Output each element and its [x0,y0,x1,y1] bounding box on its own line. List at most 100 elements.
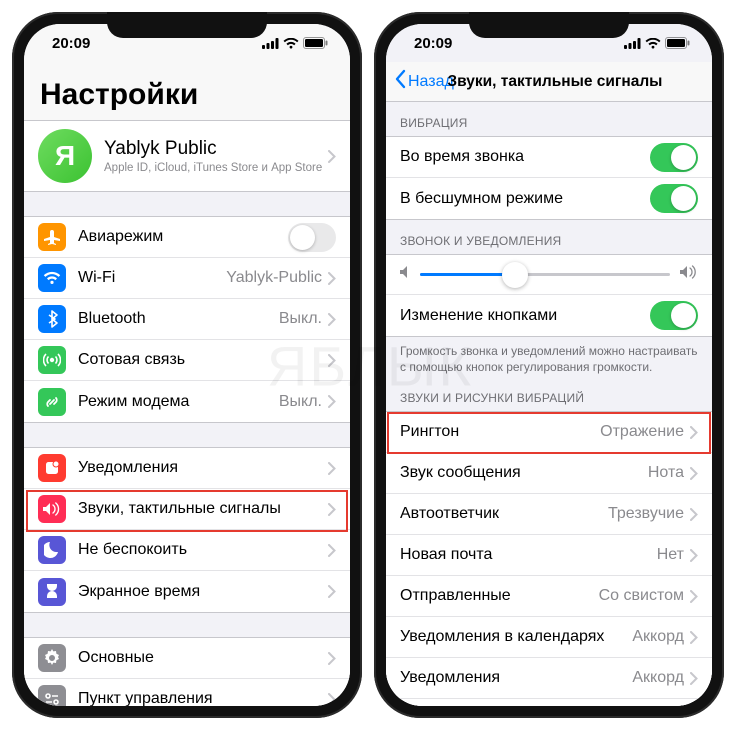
change-with-buttons-row[interactable]: Изменение кнопками [386,295,712,336]
row-label: Уведомления в календарях [400,628,632,646]
chevron-right-icon [690,426,698,439]
row-value: Выкл. [279,393,322,411]
row-label: Новая почта [400,546,657,564]
settings-row[interactable]: Сотовая связь [24,340,350,381]
hourglass-icon [38,578,66,606]
wifi-status-icon [283,38,299,49]
avatar: Я [38,129,92,183]
sound-row[interactable]: УведомленияАккорд [386,658,712,699]
row-label: Автоответчик [400,505,608,523]
status-time: 20:09 [52,35,90,52]
chevron-right-icon [328,652,336,665]
apple-id-subtitle: Apple ID, iCloud, iTunes Store и App Sto… [104,162,328,174]
volume-slider-row [386,255,712,295]
toggle[interactable] [650,184,698,213]
chevron-right-icon [328,585,336,598]
row-label: Рингтон [400,423,600,441]
sound-row[interactable]: Звук сообщенияНота [386,453,712,494]
row-value: Со свистом [599,587,684,605]
chevron-right-icon [328,354,336,367]
notch [107,12,267,38]
settings-row[interactable]: Уведомления [24,448,350,489]
vibrate-row[interactable]: Во время звонка [386,137,712,178]
chevron-right-icon [328,503,336,516]
row-label: Пункт управления [78,690,328,706]
row-label: Режим модема [78,393,279,411]
row-value: Нота [648,464,684,482]
row-value: Трезвучие [608,505,684,523]
row-label: Авиарежим [78,228,288,246]
volume-high-icon [680,265,698,284]
antenna-icon [38,346,66,374]
sound-row[interactable]: ОтправленныеСо свистом [386,576,712,617]
sound-row[interactable]: Уведомления в календаряхАккорд [386,617,712,658]
sound-row[interactable]: АвтоответчикТрезвучие [386,494,712,535]
settings-row[interactable]: Звуки, тактильные сигналы [24,489,350,530]
apple-id-row[interactable]: Я Yablyk Public Apple ID, iCloud, iTunes… [24,121,350,191]
sound-row[interactable]: Новая почтаНет [386,535,712,576]
bluetooth-icon [38,305,66,333]
apple-id-name: Yablyk Public [104,138,328,160]
row-label: Отправленные [400,587,599,605]
chevron-right-icon [690,549,698,562]
row-label: Уведомления [400,669,632,687]
row-value: Отражение [600,423,684,441]
chevron-right-icon [328,462,336,475]
battery-icon [665,37,690,49]
row-label: Уведомления [78,459,328,477]
settings-row[interactable]: BluetoothВыкл. [24,299,350,340]
notch [469,12,629,38]
row-label: Экранное время [78,583,328,601]
ringer-footer: Громкость звонка и уведомлений можно нас… [386,337,712,377]
nav-title: Звуки, тактильные сигналы [406,73,704,91]
status-time: 20:09 [414,35,452,52]
settings-row[interactable]: Режим модемаВыкл. [24,381,350,422]
settings-row[interactable]: Авиарежим [24,217,350,258]
section-header-vibration: ВИБРАЦИЯ [386,102,712,136]
control-center-icon [38,685,66,706]
notifications-icon [38,454,66,482]
sounds-icon [38,495,66,523]
sound-row[interactable]: РингтонОтражение [386,412,712,453]
chevron-right-icon [328,150,336,163]
toggle-change-with-buttons[interactable] [650,301,698,330]
wifi-status-icon [645,38,661,49]
chevron-left-icon [394,69,406,94]
row-label: Звуки, тактильные сигналы [78,500,328,518]
chevron-right-icon [690,590,698,603]
cellular-icon [624,38,641,49]
slider-thumb[interactable] [502,262,528,288]
volume-low-icon [400,265,410,284]
sound-row[interactable]: AirDropИмпульс [386,699,712,706]
page-title: Настройки [40,78,334,112]
cellular-icon [262,38,279,49]
row-label: Основные [78,649,328,667]
settings-row[interactable]: Основные [24,638,350,679]
chevron-right-icon [328,693,336,706]
chevron-right-icon [328,272,336,285]
moon-icon [38,536,66,564]
link-icon [38,388,66,416]
row-label: Изменение кнопками [400,307,650,325]
vibrate-row[interactable]: В бесшумном режиме [386,178,712,219]
toggle[interactable] [288,223,336,252]
row-value: Нет [657,546,684,564]
gear-icon [38,644,66,672]
settings-row[interactable]: Пункт управления [24,679,350,706]
chevron-right-icon [328,313,336,326]
chevron-right-icon [328,544,336,557]
chevron-right-icon [328,395,336,408]
nav-bar: Назад Звуки, тактильные сигналы [386,62,712,102]
settings-row[interactable]: Экранное время [24,571,350,612]
row-label: Сотовая связь [78,351,328,369]
airplane-icon [38,223,66,251]
volume-slider[interactable] [420,273,670,276]
battery-icon [303,37,328,49]
row-label: Wi-Fi [78,269,226,287]
wifi-icon [38,264,66,292]
phone-right: 20:09 Назад Звуки, тактильные сигналы ВИ… [374,12,724,718]
toggle[interactable] [650,143,698,172]
settings-row[interactable]: Не беспокоить [24,530,350,571]
settings-row[interactable]: Wi-FiYablyk-Public [24,258,350,299]
row-label: Bluetooth [78,310,279,328]
